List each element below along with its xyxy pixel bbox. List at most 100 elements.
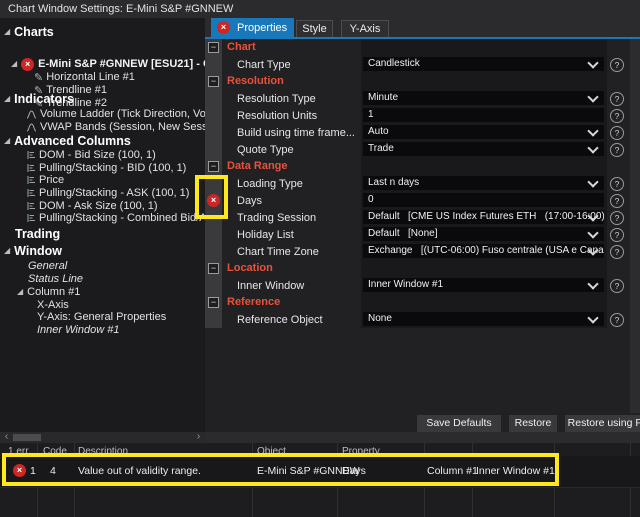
- help-icon[interactable]: ?: [610, 245, 624, 259]
- column-icon: [26, 213, 36, 223]
- properties-scrollbar[interactable]: [630, 39, 640, 413]
- prop-row-trading-session: Trading Session Default [CME US Index Fu…: [205, 209, 630, 226]
- expand-triangle-icon[interactable]: ◢: [4, 136, 10, 145]
- scroll-left-icon[interactable]: ‹: [1, 432, 12, 443]
- save-defaults-button[interactable]: Save Defaults: [417, 415, 501, 432]
- tab-y-axis[interactable]: Y-Axis: [341, 20, 389, 37]
- expand-triangle-icon[interactable]: ◢: [11, 60, 17, 68]
- tree-item-dom-bid-size[interactable]: DOM - Bid Size (100, 1): [26, 148, 156, 162]
- tree-item-price[interactable]: Price: [26, 173, 64, 187]
- table-row-line: [0, 487, 640, 488]
- prop-row-inner-window: Inner Window Inner Window #1 ?: [205, 277, 630, 294]
- expand-triangle-icon[interactable]: ◢: [17, 288, 23, 296]
- reference-object-select[interactable]: None: [363, 312, 604, 326]
- quote-type-select[interactable]: Trade: [363, 142, 604, 156]
- pencil-icon: ✎: [34, 70, 44, 84]
- loading-type-select[interactable]: Last n days: [363, 176, 604, 190]
- tree-item-vwap-bands[interactable]: VWAP Bands (Session, New Session, End: [26, 120, 205, 134]
- column-icon: [26, 201, 36, 211]
- help-icon[interactable]: ?: [610, 58, 624, 72]
- days-input[interactable]: 0: [363, 193, 604, 207]
- study-icon: [26, 109, 37, 119]
- expand-triangle-icon[interactable]: ◢: [4, 27, 10, 36]
- help-icon[interactable]: ?: [610, 194, 624, 208]
- restore-factory-button[interactable]: Restore using Factory: [565, 415, 640, 432]
- chart-type-select[interactable]: Candlestick: [363, 57, 604, 71]
- help-icon[interactable]: ?: [610, 279, 624, 293]
- collapse-icon[interactable]: −: [208, 42, 219, 53]
- group-row-data-range: − Data Range: [205, 158, 630, 175]
- prop-row-chart-type: Chart Type Candlestick ?: [205, 56, 630, 73]
- highlight-box-error-row: [2, 453, 559, 486]
- tree-item-pulling-stacking-ask[interactable]: Pulling/Stacking - ASK (100, 1): [26, 186, 189, 200]
- help-icon[interactable]: ?: [610, 92, 624, 106]
- tree-item-column-1[interactable]: ◢ Column #1: [17, 285, 80, 299]
- error-icon: ×: [21, 57, 35, 71]
- tree-item-chart[interactable]: ◢ × E-Mini S&P #GNNEW [ESU21] - CS - 1 M…: [11, 57, 205, 71]
- tree-item-pulling-stacking-combined[interactable]: Pulling/Stacking - Combined Bid/Ask (100: [26, 211, 205, 225]
- title-bar: Chart Window Settings: E-Mini S&P #GNNEW: [0, 0, 640, 18]
- prop-row-resolution-units: Resolution Units 1 ?: [205, 107, 630, 124]
- trading-session-select[interactable]: Default [CME US Index Futures ETH (17:00…: [363, 210, 604, 224]
- column-icon: [26, 163, 36, 173]
- expand-triangle-icon[interactable]: ◢: [4, 246, 10, 255]
- help-icon[interactable]: ?: [610, 177, 624, 191]
- group-row-reference: − Reference: [205, 294, 630, 311]
- resolution-units-input[interactable]: 1: [363, 108, 604, 122]
- tree-section-advanced-columns[interactable]: ◢ Advanced Columns: [4, 133, 131, 148]
- highlight-box-days-error: [195, 175, 228, 219]
- column-icon: [26, 175, 36, 185]
- tree-section-indicators[interactable]: ◢ Indicators: [4, 91, 74, 106]
- collapse-icon[interactable]: −: [208, 297, 219, 308]
- tab-error-icon: ×: [217, 21, 230, 34]
- settings-tree: ◢ Charts ◢ × E-Mini S&P #GNNEW [ESU21] -…: [0, 18, 205, 432]
- tree-item-horizontal-line[interactable]: ✎ Horizontal Line #1: [34, 70, 135, 84]
- tab-properties[interactable]: × Properties: [211, 18, 294, 37]
- help-icon[interactable]: ?: [610, 211, 624, 225]
- prop-row-quote-type: Quote Type Trade ?: [205, 141, 630, 158]
- prop-row-chart-time-zone: Chart Time Zone Exchange [(UTC-06:00) Fu…: [205, 243, 630, 260]
- prop-row-build-time-frame: Build using time frame... Auto ?: [205, 124, 630, 141]
- tree-item-general[interactable]: General: [28, 259, 67, 273]
- tree-section-trading[interactable]: Trading: [15, 226, 60, 241]
- tree-item-status-line[interactable]: Status Line: [28, 272, 83, 286]
- tree-section-charts[interactable]: ◢ Charts: [4, 24, 54, 39]
- page-title: Chart Window Settings: E-Mini S&P #GNNEW: [8, 3, 234, 15]
- help-icon[interactable]: ?: [610, 126, 624, 140]
- prop-row-days: × Days 0 ?: [205, 192, 630, 209]
- scroll-right-icon[interactable]: ›: [193, 432, 204, 443]
- prop-row-holiday-list: Holiday List Default [None] ?: [205, 226, 630, 243]
- properties-grid: − Chart Chart Type Candlestick ? − Resol…: [205, 39, 640, 432]
- help-icon[interactable]: ?: [610, 313, 624, 327]
- tree-item-y-axis-general[interactable]: Y-Axis: General Properties: [37, 310, 166, 324]
- inner-window-select[interactable]: Inner Window #1: [363, 278, 604, 292]
- restore-button[interactable]: Restore: [509, 415, 557, 432]
- tree-item-volume-ladder[interactable]: Volume Ladder (Tick Direction, Volume, L: [26, 107, 205, 121]
- column-icon: [26, 188, 36, 198]
- column-icon: [26, 150, 36, 160]
- expand-triangle-icon[interactable]: ◢: [4, 94, 10, 103]
- help-icon[interactable]: ?: [610, 143, 624, 157]
- collapse-icon[interactable]: −: [208, 263, 219, 274]
- tree-section-window[interactable]: ◢ Window: [4, 243, 62, 258]
- resolution-type-select[interactable]: Minute: [363, 91, 604, 105]
- group-row-location: − Location: [205, 260, 630, 277]
- prop-row-reference-object: Reference Object None ?: [205, 311, 630, 328]
- prop-row-loading-type: Loading Type Last n days ?: [205, 175, 630, 192]
- prop-row-resolution-type: Resolution Type Minute ?: [205, 90, 630, 107]
- study-icon: [26, 122, 37, 132]
- holiday-list-select[interactable]: Default [None]: [363, 227, 604, 241]
- tree-item-inner-window-1[interactable]: Inner Window #1: [37, 323, 119, 337]
- scrollbar-thumb[interactable]: [13, 434, 41, 441]
- group-row-resolution: − Resolution: [205, 73, 630, 90]
- chart-window-settings-dialog: Chart Window Settings: E-Mini S&P #GNNEW…: [0, 0, 640, 517]
- tree-horizontal-scrollbar[interactable]: ‹ ›: [0, 432, 205, 443]
- chart-time-zone-select[interactable]: Exchange [(UTC-06:00) Fuso centrale (USA…: [363, 244, 604, 258]
- tab-style[interactable]: Style: [296, 20, 333, 37]
- help-icon[interactable]: ?: [610, 109, 624, 123]
- help-icon[interactable]: ?: [610, 228, 624, 242]
- build-time-frame-select[interactable]: Auto: [363, 125, 604, 139]
- collapse-icon[interactable]: −: [208, 76, 219, 87]
- collapse-icon[interactable]: −: [208, 161, 219, 172]
- group-row-chart: − Chart: [205, 39, 630, 56]
